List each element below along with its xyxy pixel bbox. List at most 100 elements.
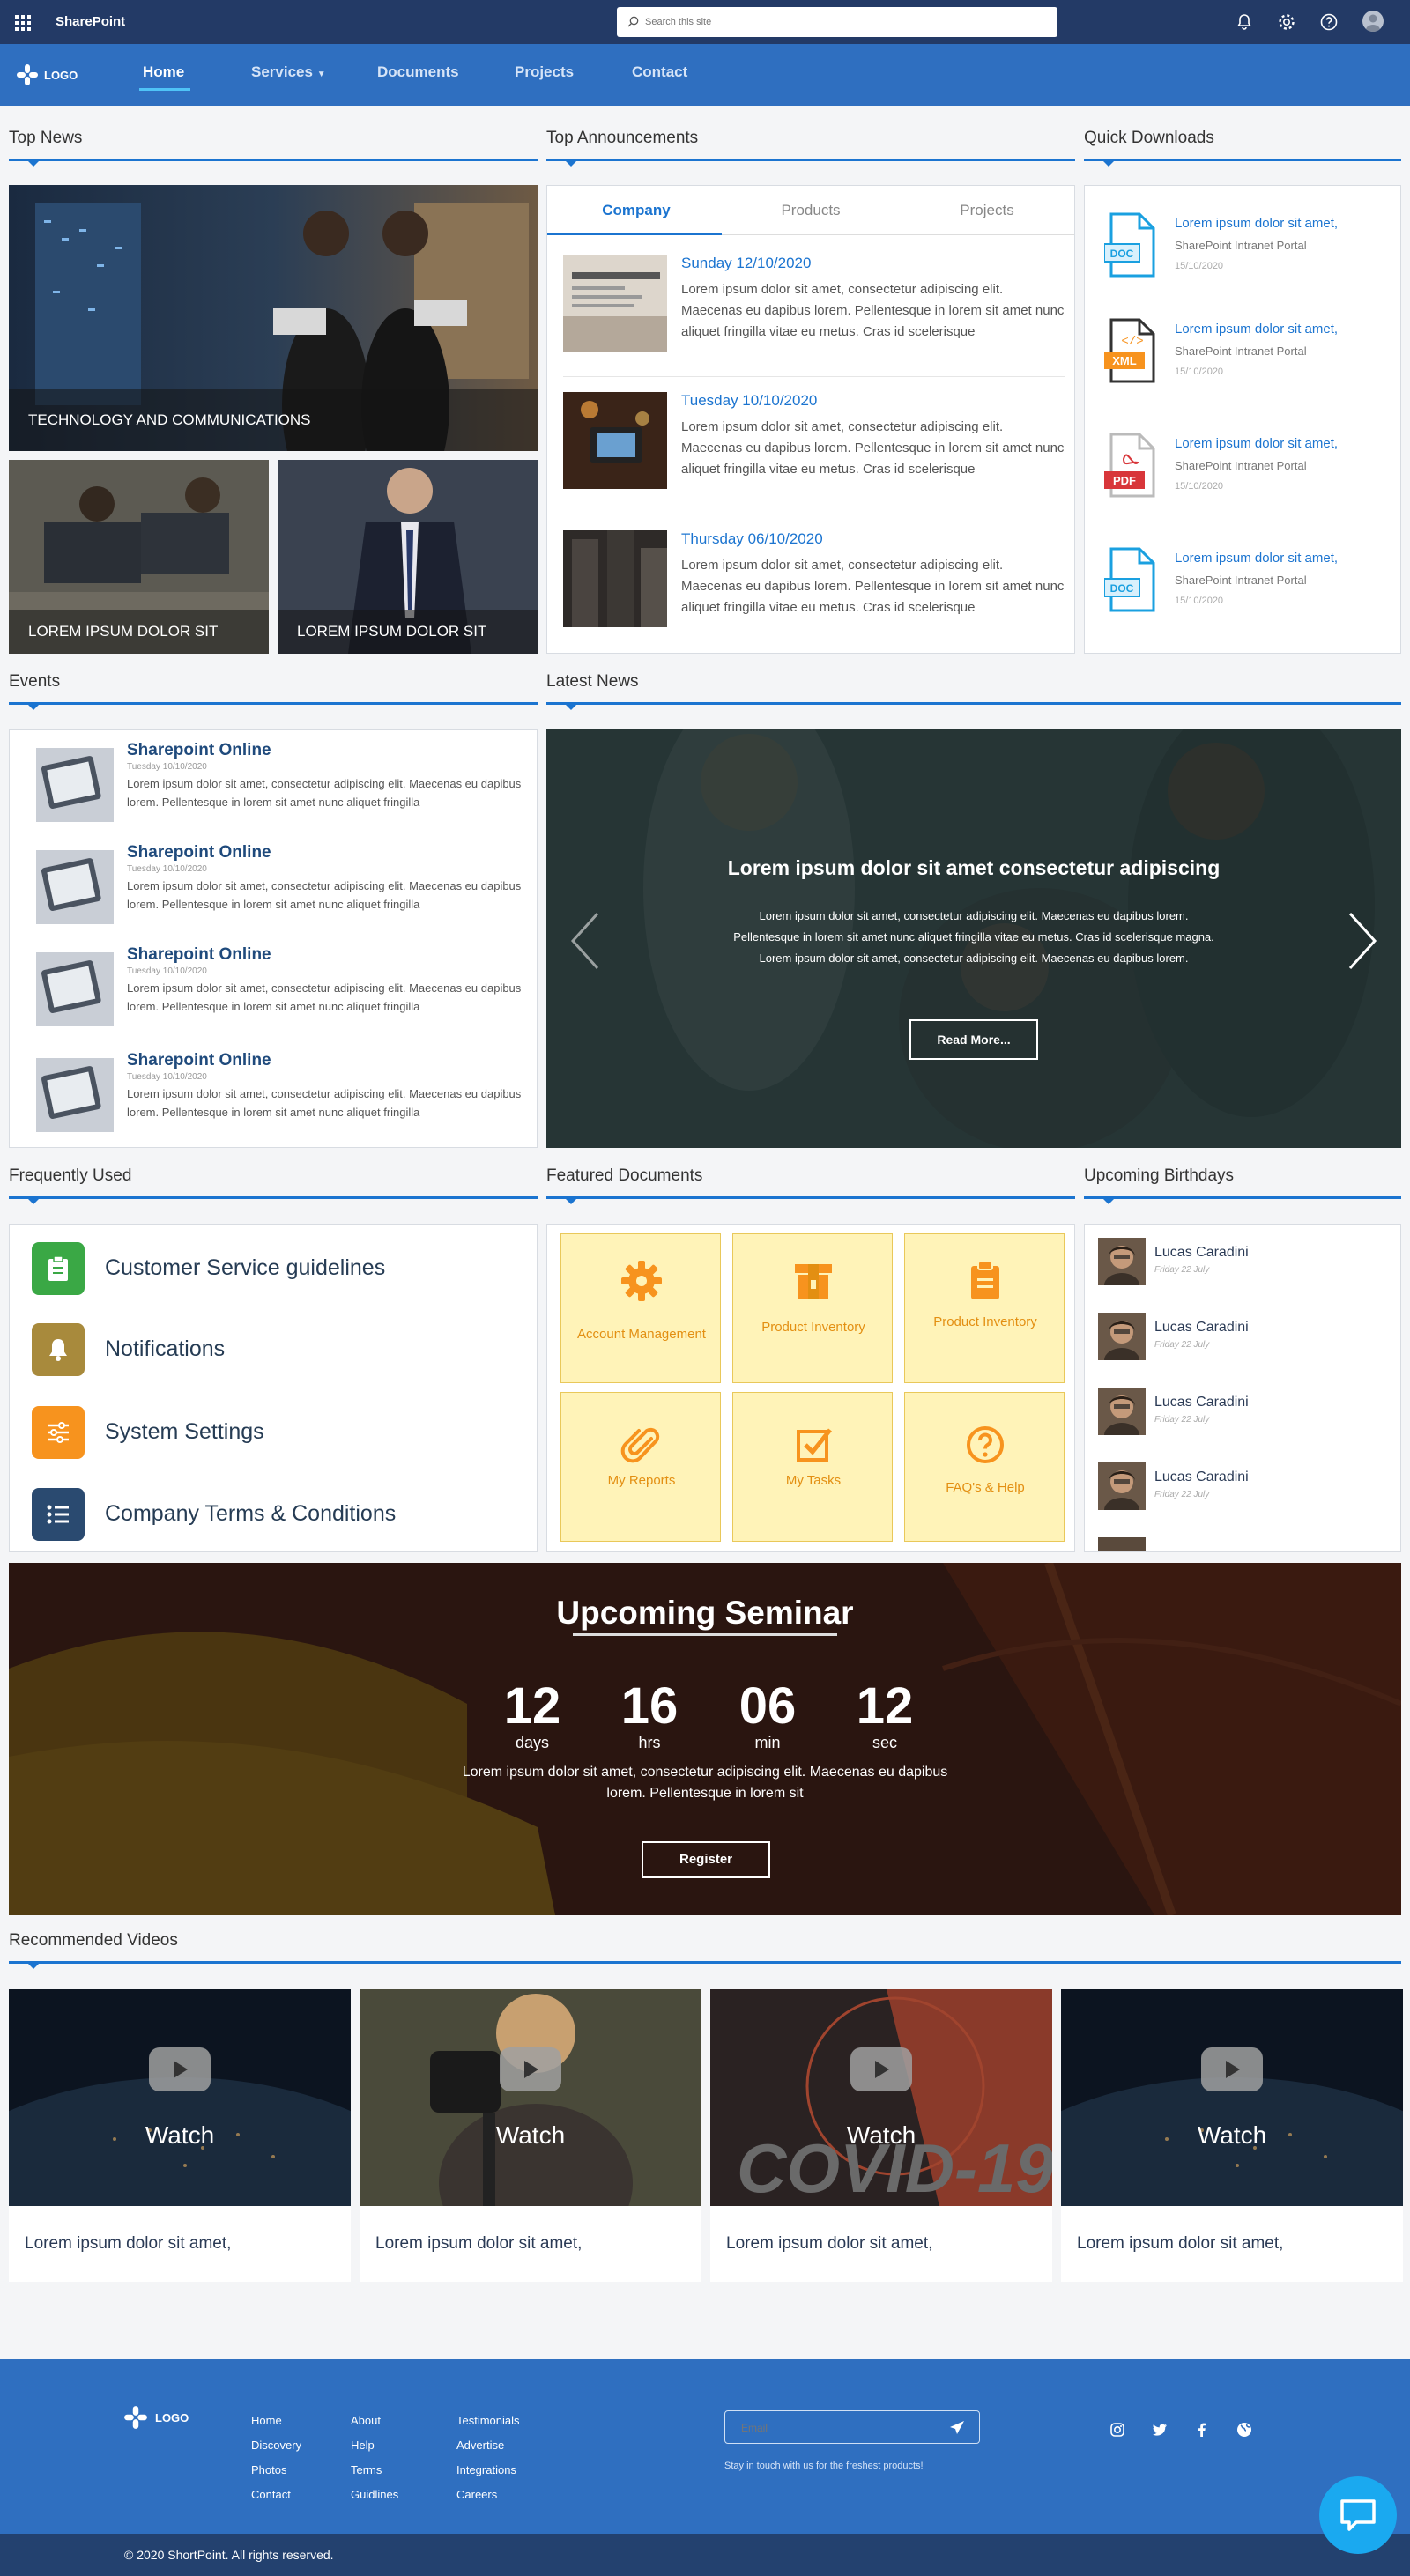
doc-tile-my-tasks[interactable]: My Tasks bbox=[732, 1392, 893, 1542]
seminar-text: Lorem ipsum dolor sit amet, consectetur … bbox=[462, 1765, 948, 1801]
download-item[interactable]: </> XML Lorem ipsum dolor sit amet, Share… bbox=[1104, 318, 1360, 397]
tab-company[interactable]: Company bbox=[549, 202, 724, 219]
news-sub-image-1[interactable]: LOREM IPSUM DOLOR SIT bbox=[9, 460, 269, 654]
download-title: Lorem ipsum dolor sit amet, bbox=[1175, 436, 1339, 451]
tab-projects[interactable]: Projects bbox=[900, 202, 1074, 219]
chevron-left-icon[interactable] bbox=[568, 910, 603, 972]
quick-link-company-terms[interactable]: Company Terms & Conditions bbox=[32, 1488, 525, 1543]
doc-tile-label: Product Inventory bbox=[761, 1320, 865, 1335]
nav-documents[interactable]: Documents bbox=[377, 63, 459, 81]
footer-logo[interactable]: LOGO bbox=[123, 2405, 189, 2430]
event-item[interactable]: Sharepoint Online Tuesday 10/10/2020 Lor… bbox=[27, 833, 521, 924]
latest-news-slider: Lorem ipsum dolor sit amet consectetur a… bbox=[546, 729, 1401, 1148]
section-divider bbox=[546, 702, 1401, 710]
tablet-thumbnail bbox=[36, 748, 114, 822]
news-main-image[interactable]: TECHNOLOGY AND COMMUNICATIONS bbox=[9, 185, 538, 451]
birthday-item[interactable]: Lucas Caradini Friday 22 July bbox=[1098, 1462, 1318, 1515]
footer-link[interactable]: Guidlines bbox=[351, 2483, 398, 2507]
twitter-icon[interactable] bbox=[1151, 2421, 1169, 2439]
footer-link[interactable]: About bbox=[351, 2409, 398, 2433]
send-icon[interactable] bbox=[949, 2420, 965, 2436]
app-title[interactable]: SharePoint bbox=[56, 14, 125, 29]
news-sub-image-2[interactable]: LOREM IPSUM DOLOR SIT bbox=[278, 460, 538, 654]
nav-projects[interactable]: Projects bbox=[515, 63, 574, 81]
footer-link[interactable]: Help bbox=[351, 2433, 398, 2458]
read-more-button[interactable]: Read More... bbox=[909, 1019, 1038, 1060]
event-item[interactable]: Sharepoint Online Tuesday 10/10/2020 Lor… bbox=[27, 730, 522, 822]
svg-text:DOC: DOC bbox=[1110, 248, 1134, 260]
nav-contact[interactable]: Contact bbox=[632, 63, 687, 81]
footer-link[interactable]: Discovery bbox=[251, 2433, 301, 2458]
quick-link-system-settings[interactable]: System Settings bbox=[32, 1406, 525, 1461]
search-input[interactable] bbox=[645, 13, 1033, 31]
facebook-icon[interactable] bbox=[1193, 2421, 1211, 2439]
nav-home[interactable]: Home bbox=[143, 63, 184, 81]
email-input[interactable] bbox=[741, 2420, 935, 2436]
site-logo[interactable]: LOGO bbox=[16, 63, 78, 86]
section-title-frequently-used: Frequently Used bbox=[9, 1166, 132, 1185]
app-launcher-icon[interactable] bbox=[15, 15, 31, 31]
birthday-item[interactable]: Lucas Caradini Friday 22 July bbox=[1098, 1313, 1318, 1366]
globe-icon[interactable] bbox=[1236, 2421, 1253, 2439]
footer-link[interactable]: Home bbox=[251, 2409, 301, 2433]
site-search[interactable] bbox=[617, 7, 1058, 37]
bell-icon[interactable] bbox=[1234, 11, 1255, 33]
download-title: Lorem ipsum dolor sit amet, bbox=[1175, 551, 1339, 566]
event-item[interactable]: Sharepoint Online Tuesday 10/10/2020 Lor… bbox=[27, 1040, 521, 1132]
instagram-icon[interactable] bbox=[1109, 2421, 1126, 2439]
tab-products[interactable]: Products bbox=[724, 202, 898, 219]
download-item[interactable]: PDF Lorem ipsum dolor sit amet, SharePoi… bbox=[1104, 433, 1360, 512]
person-photo bbox=[1098, 1313, 1146, 1360]
user-avatar[interactable] bbox=[1362, 11, 1384, 32]
doc-tile-label: My Reports bbox=[607, 1473, 676, 1488]
register-button[interactable]: Register bbox=[642, 1841, 770, 1878]
chat-button[interactable] bbox=[1319, 2476, 1397, 2554]
footer-link[interactable]: Careers bbox=[456, 2483, 520, 2507]
newspaper-thumbnail bbox=[563, 255, 667, 352]
video-card[interactable]: COVID-19 Watch Lorem ipsum dolor sit ame… bbox=[710, 1989, 1052, 2282]
quick-link-label: Company Terms & Conditions bbox=[105, 1501, 397, 1526]
event-text: Lorem ipsum dolor sit amet, consectetur … bbox=[127, 777, 522, 809]
seminar-banner: Upcoming Seminar 12 days 16 hrs 06 min 12 se… bbox=[9, 1563, 1401, 1915]
play-icon[interactable] bbox=[149, 2047, 211, 2091]
download-item[interactable]: DOC Lorem ipsum dolor sit amet, SharePoi… bbox=[1103, 547, 1360, 626]
help-icon[interactable] bbox=[1318, 11, 1340, 33]
event-title: Sharepoint Online bbox=[127, 843, 271, 862]
event-item[interactable]: Sharepoint Online Tuesday 10/10/2020 Lor… bbox=[27, 935, 521, 1026]
video-card[interactable]: Watch Lorem ipsum dolor sit amet, bbox=[9, 1989, 351, 2282]
video-thumbnail: COVID-19 Watch bbox=[710, 1989, 1052, 2206]
doc-tile-product-inventory[interactable]: Product Inventory bbox=[732, 1233, 893, 1383]
video-caption: Lorem ipsum dolor sit amet, bbox=[25, 2234, 232, 2253]
quick-link-label: Customer Service guidelines bbox=[105, 1255, 386, 1280]
gear-icon[interactable] bbox=[1276, 11, 1297, 33]
countdown-value: 16 bbox=[620, 1677, 679, 1735]
doc-tile-my-reports[interactable]: My Reports bbox=[560, 1392, 721, 1542]
footer-link[interactable]: Integrations bbox=[456, 2458, 520, 2483]
video-thumbnail: Watch bbox=[1061, 1989, 1403, 2206]
video-card[interactable]: Watch Lorem ipsum dolor sit amet, bbox=[360, 1989, 701, 2282]
pdf-file-icon: PDF bbox=[1104, 433, 1155, 498]
birthday-item[interactable]: Lucas Caradini Friday 22 July bbox=[1098, 1238, 1318, 1291]
footer-link[interactable]: Contact bbox=[251, 2483, 301, 2507]
event-title: Sharepoint Online bbox=[127, 1051, 271, 1070]
footer-link[interactable]: Photos bbox=[251, 2458, 301, 2483]
nav-services[interactable]: Services ▼ bbox=[251, 63, 326, 81]
birthday-date: Friday 22 July bbox=[1154, 1490, 1210, 1499]
footer-link[interactable]: Terms bbox=[351, 2458, 398, 2483]
quick-link-customer-service[interactable]: Customer Service guidelines bbox=[32, 1242, 525, 1297]
play-icon[interactable] bbox=[500, 2047, 561, 2091]
newsletter-email-field[interactable] bbox=[724, 2410, 980, 2444]
doc-tile-account-management[interactable]: Account Management bbox=[560, 1233, 721, 1383]
doc-tile-product-inventory-2[interactable]: Product Inventory bbox=[904, 1233, 1065, 1383]
footer-link[interactable]: Advertise bbox=[456, 2433, 520, 2458]
download-item[interactable]: DOC Lorem ipsum dolor sit amet, SharePoi… bbox=[1103, 212, 1360, 292]
video-card[interactable]: Watch Lorem ipsum dolor sit amet, bbox=[1061, 1989, 1403, 2282]
doc-tile-faq-help[interactable]: FAQ's & Help bbox=[904, 1392, 1065, 1542]
quick-link-notifications[interactable]: Notifications bbox=[32, 1323, 525, 1378]
play-icon[interactable] bbox=[850, 2047, 912, 2091]
birthday-item[interactable]: Lucas Caradini Friday 22 July bbox=[1098, 1388, 1318, 1440]
chevron-right-icon[interactable] bbox=[1345, 910, 1380, 972]
footer-link[interactable]: Testimonials bbox=[456, 2409, 520, 2433]
play-icon[interactable] bbox=[1201, 2047, 1263, 2091]
birthday-date: Friday 22 July bbox=[1154, 1265, 1210, 1275]
